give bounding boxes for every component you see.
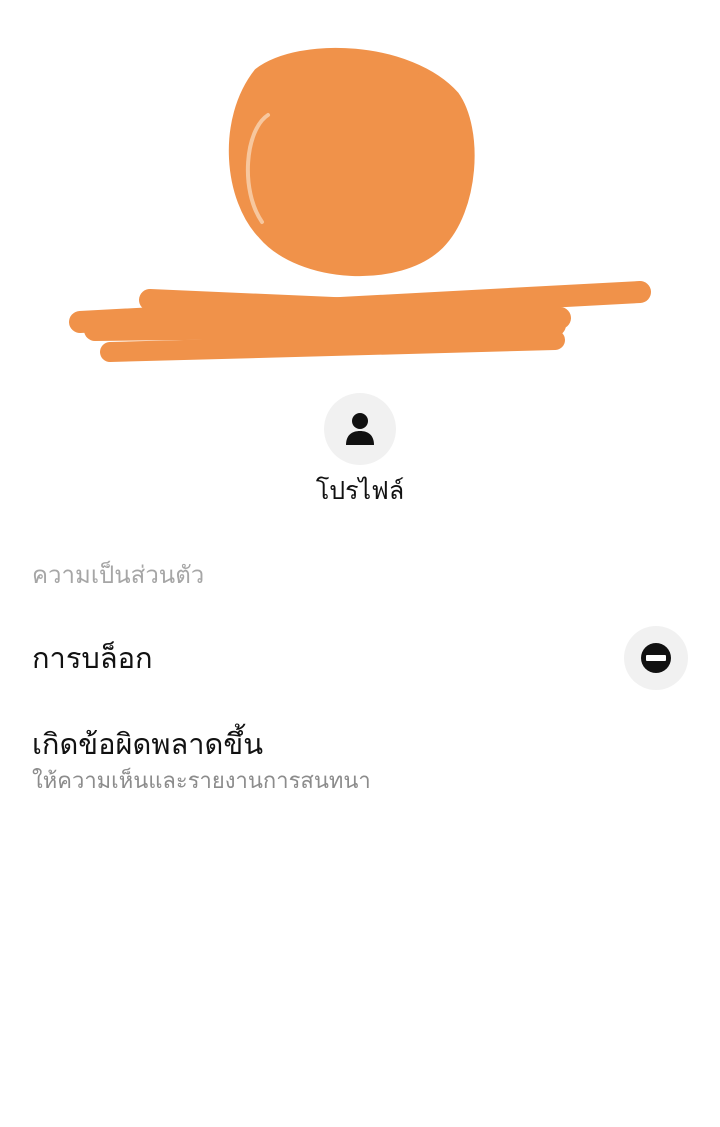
- no-entry-icon: [641, 643, 671, 673]
- block-label: การบล็อก: [32, 641, 153, 675]
- profile-action[interactable]: โปรไฟล์: [280, 393, 440, 507]
- block-row[interactable]: การบล็อก: [0, 624, 720, 692]
- profile-button[interactable]: [324, 393, 396, 465]
- report-row[interactable]: เกิดข้อผิดพลาดขึ้น ให้ความเห็นและรายงานก…: [0, 718, 720, 808]
- redacted-profile-area: [69, 47, 651, 362]
- report-title: เกิดข้อผิดพลาดขึ้น: [32, 727, 264, 761]
- report-subtitle: ให้ความเห็นและรายงานการสนทนา: [32, 769, 371, 794]
- profile-label: โปรไฟล์: [315, 476, 405, 505]
- block-button[interactable]: [624, 626, 688, 690]
- person-icon: [346, 413, 374, 445]
- section-title-privacy: ความเป็นส่วนตัว: [32, 561, 205, 589]
